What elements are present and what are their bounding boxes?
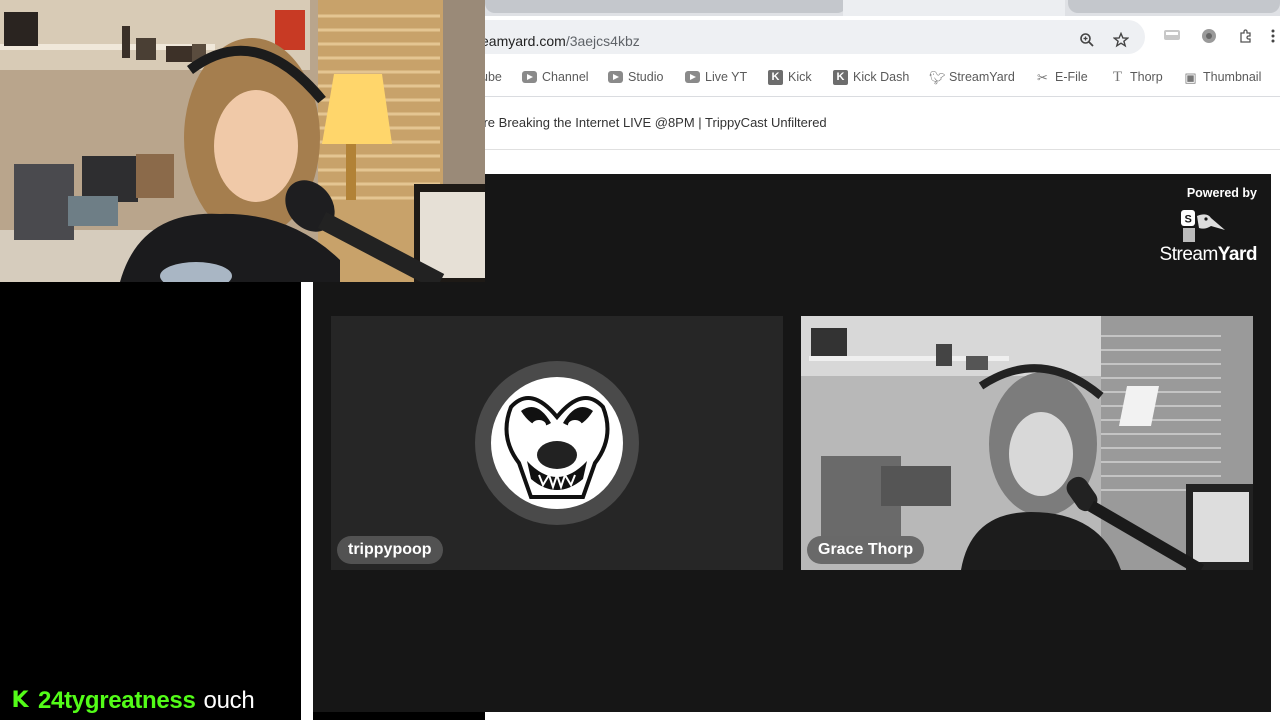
zoom-icon[interactable] bbox=[1079, 32, 1095, 52]
bookmark-item[interactable]: K Kick Dash bbox=[833, 68, 909, 86]
extensions-puzzle-icon[interactable] bbox=[1237, 28, 1255, 46]
bookmarks-bar: ube Channel Studio Live YT K Kick K Kick… bbox=[481, 62, 1280, 90]
youtube-icon bbox=[522, 71, 537, 83]
bookmark-label: Thorp bbox=[1130, 70, 1163, 84]
thumbnail-icon: ▣ bbox=[1184, 69, 1197, 85]
participant-tile[interactable]: trippypoop bbox=[331, 316, 783, 570]
tab-strip bbox=[485, 0, 1280, 16]
bookmark-item[interactable]: ▣ Thumbnail bbox=[1183, 68, 1261, 86]
participant-name-tag: trippypoop bbox=[337, 536, 443, 564]
avatar bbox=[491, 377, 623, 509]
bookmark-item[interactable]: 🐦︎ StreamYard bbox=[929, 68, 1015, 86]
participant-video bbox=[801, 316, 1253, 570]
chat-message: K 24tygreatness ouch bbox=[10, 686, 255, 716]
browser-toolbar: eamyard.com/3aejcs4kbz bbox=[465, 16, 1280, 62]
bookmark-label: Thumbnail bbox=[1203, 70, 1262, 84]
stream-output: eamyard.com/3aejcs4kbz ube Channel Studi… bbox=[0, 0, 1280, 720]
powered-by-badge: Powered by S StreamYard bbox=[1153, 186, 1258, 266]
bookmark-item[interactable]: Studio bbox=[608, 68, 663, 86]
youtube-icon bbox=[685, 71, 700, 83]
webcam-overlay bbox=[0, 0, 485, 282]
chat-text: ouch bbox=[203, 687, 255, 714]
text-t-icon: T bbox=[1112, 68, 1123, 85]
url-path: /3aejcs4kbz bbox=[565, 33, 640, 49]
url-host: eamyard.com bbox=[481, 33, 566, 49]
bookmark-label: Studio bbox=[628, 70, 664, 84]
streamyard-icon: 🐦︎ bbox=[929, 69, 946, 85]
bookmark-item[interactable]: K Kick bbox=[768, 68, 812, 86]
broadcast-title: 're Breaking the Internet LIVE @8PM | Tr… bbox=[481, 115, 827, 130]
overlay-border bbox=[301, 282, 313, 720]
bookmark-item[interactable]: Live YT bbox=[685, 68, 747, 86]
streamyard-logo: S StreamYard bbox=[1153, 206, 1258, 266]
streamyard-bird-icon: S bbox=[1181, 210, 1225, 242]
url-text[interactable]: eamyard.com/3aejcs4kbz bbox=[481, 33, 640, 49]
kick-icon: K bbox=[768, 69, 783, 85]
bookmark-label: Kick Dash bbox=[853, 70, 910, 84]
extension-circle-icon[interactable] bbox=[1200, 28, 1218, 46]
streamyard-wordmark: StreamYard bbox=[1159, 244, 1258, 266]
wordmark-stream: Stream bbox=[1159, 244, 1219, 265]
bookmark-item[interactable]: T Thorp bbox=[1110, 68, 1163, 86]
wordmark-yard: Yard bbox=[1217, 244, 1258, 265]
extension-icon[interactable] bbox=[1163, 28, 1181, 46]
bookmark-item[interactable]: ✂︎ E-File bbox=[1035, 68, 1088, 86]
kick-icon: K bbox=[833, 69, 848, 85]
bookmark-label: Channel bbox=[542, 70, 589, 84]
youtube-icon bbox=[608, 71, 623, 83]
efile-icon: ✂︎ bbox=[1037, 69, 1048, 85]
menu-icon[interactable] bbox=[1267, 28, 1279, 46]
svg-text:S: S bbox=[1185, 214, 1192, 226]
clown-face-icon bbox=[504, 396, 610, 499]
header-divider bbox=[485, 149, 1280, 150]
participant-avatar-ring bbox=[475, 361, 639, 525]
bookmark-label: Kick bbox=[788, 70, 812, 84]
participant-name-tag: Grace Thorp bbox=[807, 536, 925, 564]
browser-tab[interactable] bbox=[485, 0, 847, 13]
bookmark-label: Live YT bbox=[705, 70, 748, 84]
chat-username: 24tygreatness bbox=[38, 687, 196, 714]
bookmark-label: E-File bbox=[1055, 70, 1088, 84]
powered-by-label: Powered by bbox=[1186, 186, 1257, 200]
browser-tab-active[interactable] bbox=[843, 0, 1065, 16]
address-bar[interactable]: eamyard.com/3aejcs4kbz bbox=[465, 20, 1145, 54]
webcam-video bbox=[0, 0, 485, 282]
bookmark-star-icon[interactable] bbox=[1112, 31, 1130, 52]
participant-tile[interactable]: Grace Thorp bbox=[801, 316, 1253, 570]
browser-tab[interactable] bbox=[1068, 0, 1280, 13]
kick-icon: K bbox=[10, 688, 30, 713]
bookmark-label: StreamYard bbox=[949, 70, 1015, 84]
toolbar-divider bbox=[485, 96, 1280, 97]
bookmark-item[interactable]: Channel bbox=[522, 68, 589, 86]
